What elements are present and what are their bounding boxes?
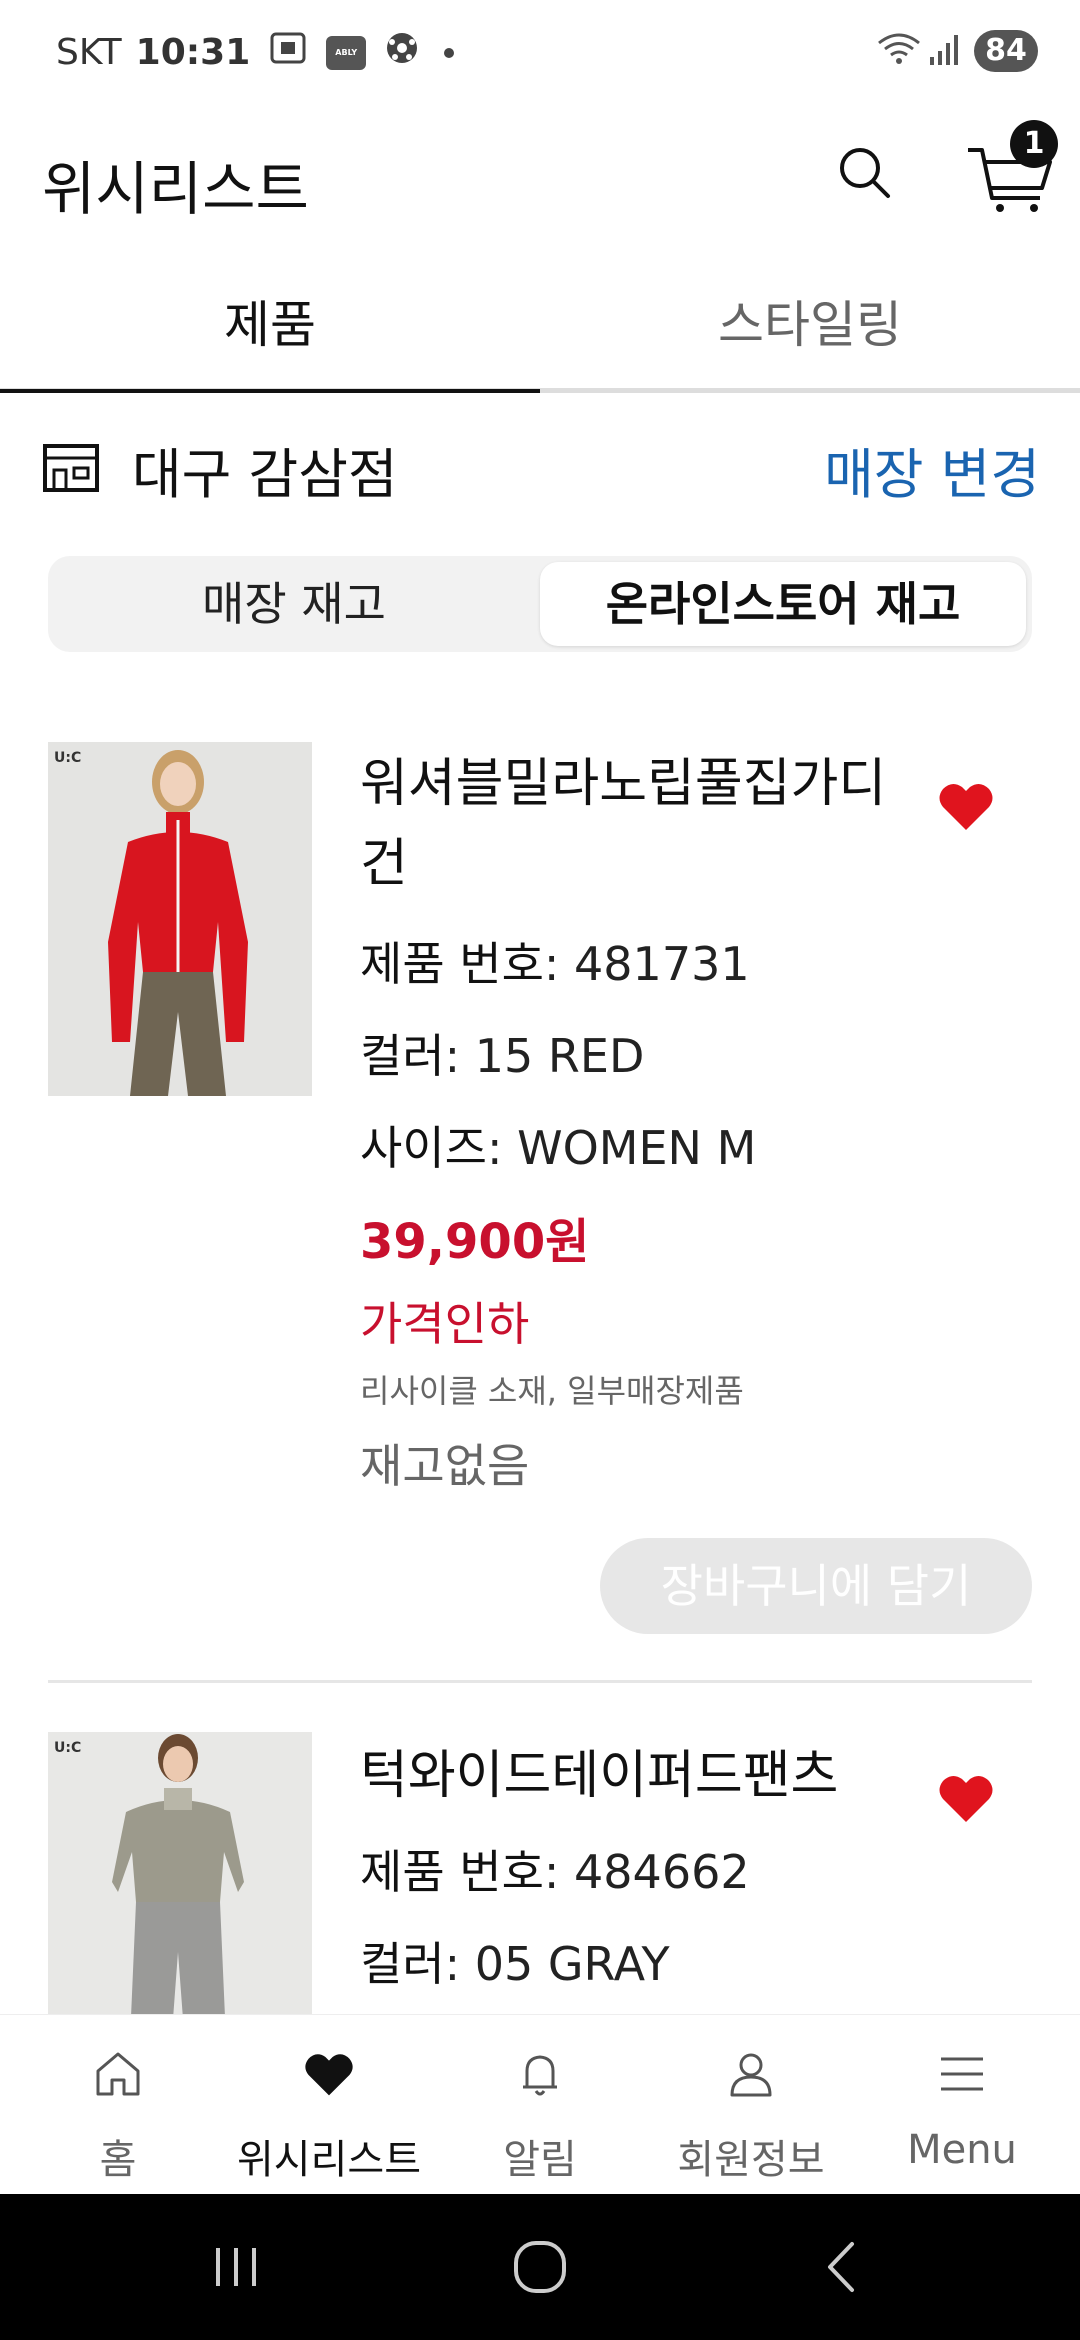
system-navigation-bar [0,2194,1080,2340]
product-size-value: : WOMEN M [486,1121,757,1175]
cart-count-badge: 1 [1010,120,1058,168]
back-chevron-icon [828,2242,854,2292]
product-name[interactable]: 워셔블밀라노립풀집가디건 [360,744,900,904]
product-name[interactable]: 턱와이드테이퍼드팬츠 [360,1736,900,1816]
store-stock-option[interactable]: 매장 재고 [54,562,534,646]
product-image[interactable]: U:C [48,742,312,1096]
inventory-toggle: 매장 재고 온라인스토어 재고 [48,556,1032,652]
nav-menu[interactable]: Menu [854,2015,1070,2195]
page-title: 위시리스트 [42,155,309,223]
product-image[interactable]: U:C [48,1732,312,2014]
status-left: SKT 10:31 ABLY [56,30,455,75]
tab-bar: 제품 스타일링 [0,275,1080,393]
product-color-label: 컬러 [360,1029,445,1083]
wishlist-heart-icon[interactable] [938,1772,994,1824]
app-header: 위시리스트 1 [0,120,1080,240]
tab-products[interactable]: 제품 [0,275,540,393]
product-card: U:C 턱와이드테이퍼드팬츠 제품 번호: 484662 컬러: 05 GRAY [0,1732,1080,2014]
bottom-navigation: 홈 위시리스트 알림 회원정보 Menu [0,2014,1080,2194]
product-number: 제품 번호: 484662 [360,1836,750,1902]
store-row: 대구 감삼점 매장 변경 [0,420,1080,520]
product-divider [48,1680,1032,1683]
add-to-cart-button[interactable]: 장바구니에 담기 [600,1538,1032,1634]
product-number-label: 제품 번호 [360,937,544,991]
screenshot-icon [268,30,308,75]
product-color-value: : 15 RED [444,1029,645,1083]
product-photo [48,1732,312,2014]
nav-menu-label: Menu [907,2127,1017,2173]
product-number: 제품 번호: 481731 [360,928,750,994]
online-stock-option[interactable]: 온라인스토어 재고 [540,562,1026,646]
recent-apps-button[interactable] [196,2234,276,2300]
home-icon [96,2052,140,2096]
product-color: 컬러: 05 GRAY [360,1928,670,1994]
bell-icon [523,2055,557,2096]
store-name: 대구 감삼점 [132,443,398,506]
home-circle-icon [514,2241,566,2293]
status-bar: SKT 10:31 ABLY 84 [0,0,1080,110]
tab-styling[interactable]: 스타일링 [540,275,1080,388]
nav-member-info[interactable]: 회원정보 [643,2015,859,2195]
recent-apps-icon [216,2248,256,2286]
product-price: 39,900원 [360,1214,590,1270]
nav-wishlist-label: 위시리스트 [237,2137,421,2183]
nav-home[interactable]: 홈 [10,2015,226,2195]
product-card: U:C 워셔블밀라노립풀집가디건 제품 번호: 481731 컬러: 15 RE… [0,740,1080,1680]
stock-status: 재고없음 [360,1439,530,1493]
home-system-button[interactable] [500,2234,580,2300]
product-color-label: 컬러 [360,1937,445,1991]
menu-icon [941,2057,983,2091]
clock: 10:31 [135,32,251,73]
heart-icon [305,2054,353,2096]
price-reduced-label: 가격인하 [360,1297,530,1351]
carrier-label: SKT [56,32,122,73]
soccer-ball-icon [384,30,420,75]
product-photo [48,742,312,1096]
user-icon [730,2053,772,2097]
product-number-value: : 484662 [543,1845,750,1899]
wifi-icon [876,31,922,71]
brand-tag: U:C [54,750,82,766]
nav-wishlist[interactable]: 위시리스트 [221,2015,437,2195]
product-size: 사이즈: WOMEN M [360,1112,756,1178]
notification-dot-icon [444,47,455,58]
product-color: 컬러: 15 RED [360,1020,644,1086]
ably-app-icon: ABLY [326,35,367,70]
search-button[interactable] [830,138,900,208]
brand-tag: U:C [54,1740,82,1756]
product-note: 리사이클 소재, 일부매장제품 [360,1372,744,1410]
nav-home-label: 홈 [99,2137,137,2183]
back-button[interactable] [800,2234,880,2300]
nav-notifications-label: 알림 [503,2137,577,2183]
change-store-link[interactable]: 매장 변경 [824,430,1040,509]
product-number-label: 제품 번호 [360,1845,544,1899]
search-icon [840,148,890,198]
signal-icon [928,31,960,71]
nav-notifications[interactable]: 알림 [432,2015,648,2195]
wishlist-heart-icon[interactable] [938,780,994,832]
store-icon [42,440,100,494]
product-number-value: : 481731 [543,937,750,991]
product-color-value: : 05 GRAY [444,1937,670,1991]
nav-member-info-label: 회원정보 [677,2137,825,2183]
battery-indicator: 84 [974,30,1038,72]
status-right: 84 [876,30,1038,72]
cart-button[interactable]: 1 [960,120,1060,220]
product-size-label: 사이즈 [360,1121,487,1175]
